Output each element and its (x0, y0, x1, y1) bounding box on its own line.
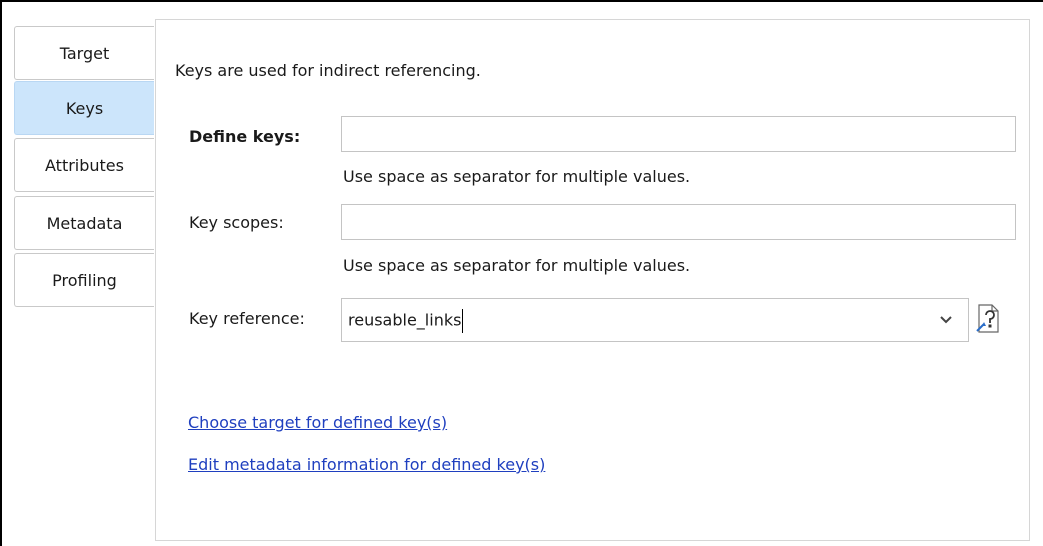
tab-metadata[interactable]: Metadata (14, 196, 154, 250)
key-reference-label: Key reference: (189, 309, 305, 328)
define-keys-label: Define keys: (189, 127, 301, 146)
tab-profiling[interactable]: Profiling (14, 253, 154, 307)
window-edge-top (0, 0, 1043, 2)
choose-target-link[interactable]: Choose target for defined key(s) (188, 413, 447, 432)
tab-attributes-label: Attributes (45, 155, 124, 175)
tab-target[interactable]: Target (14, 26, 154, 80)
key-reference-value-wrap: reusable_links (348, 309, 464, 333)
tab-metadata-label: Metadata (46, 213, 123, 233)
edit-metadata-link[interactable]: Edit metadata information for defined ke… (188, 455, 545, 474)
tab-target-label: Target (59, 43, 110, 63)
tab-keys[interactable]: Keys (14, 81, 154, 135)
intro-text: Keys are used for indirect referencing. (175, 61, 481, 80)
define-keys-hint: Use space as separator for multiple valu… (343, 167, 691, 186)
key-scopes-label: Key scopes: (189, 213, 284, 232)
define-keys-field[interactable] (341, 116, 1016, 152)
window-edge (0, 0, 2, 546)
key-scopes-hint: Use space as separator for multiple valu… (343, 256, 691, 275)
text-caret (462, 309, 464, 333)
tab-profiling-label: Profiling (52, 270, 117, 290)
tab-attributes[interactable]: Attributes (14, 138, 154, 192)
key-reference-combo[interactable]: reusable_links (341, 298, 969, 342)
resolve-reference-icon[interactable] (975, 303, 1001, 335)
key-scopes-field[interactable] (341, 204, 1016, 240)
tab-keys-label: Keys (65, 98, 104, 118)
key-reference-value: reusable_links (348, 310, 462, 330)
chevron-down-icon[interactable] (938, 311, 954, 327)
